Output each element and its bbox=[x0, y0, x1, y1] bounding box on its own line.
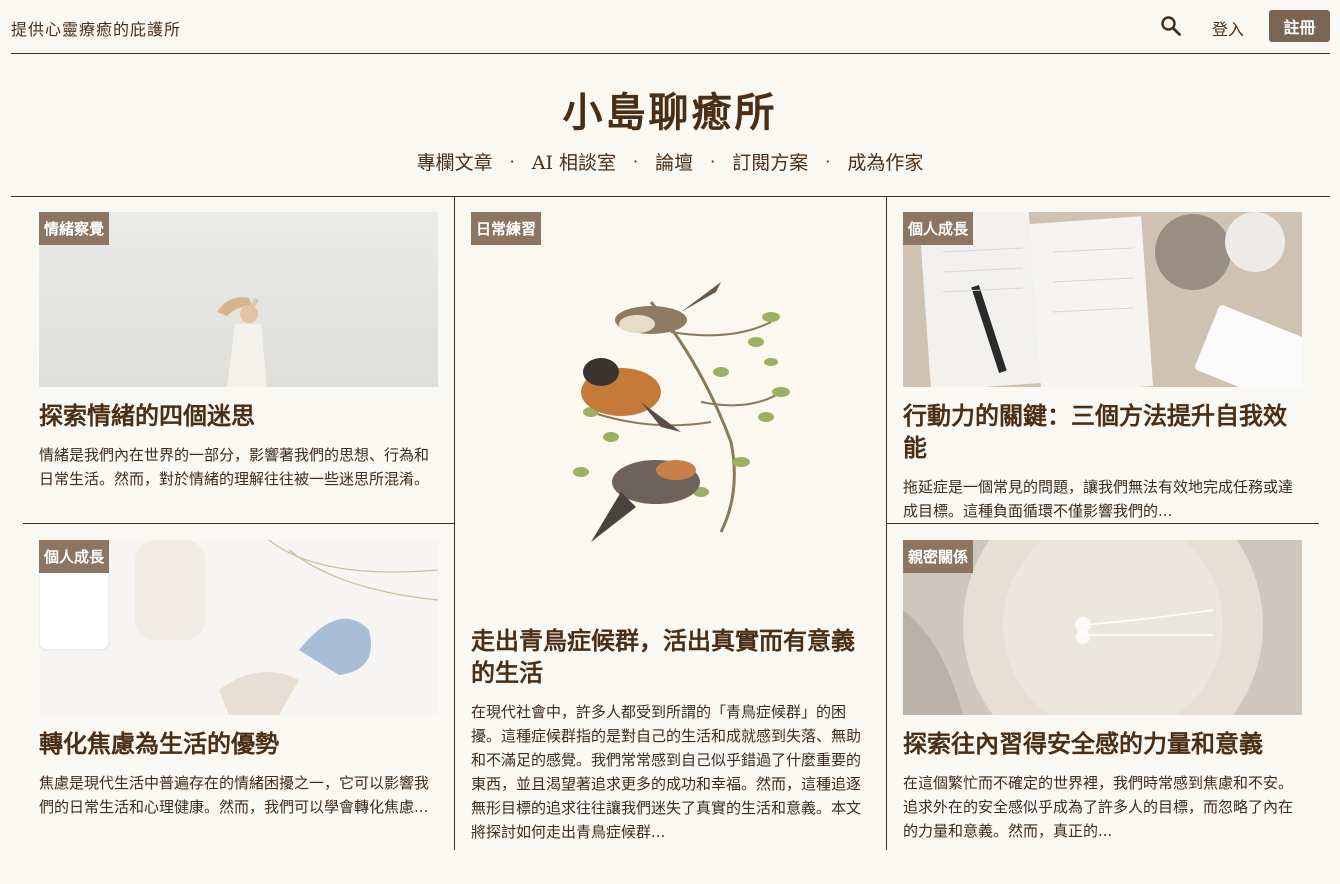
search-button[interactable] bbox=[1160, 15, 1182, 37]
main-nav: 專欄文章 · AI 相談室 · 論壇 · 訂閱方案 · 成為作家 bbox=[0, 148, 1340, 175]
article-image[interactable]: 日常練習 bbox=[471, 212, 870, 612]
article-card[interactable]: 個人成長 行動力的關鍵：三個方法提升自我效能 拖延症是一個常見的問題，讓我們無法… bbox=[903, 212, 1302, 523]
login-button[interactable]: 登入 bbox=[1212, 16, 1244, 40]
search-icon bbox=[1161, 16, 1181, 36]
grid-divider-horizontal bbox=[23, 523, 454, 524]
category-tag[interactable]: 情緒察覺 bbox=[39, 212, 110, 245]
category-tag[interactable]: 個人成長 bbox=[903, 212, 974, 245]
article-card-featured[interactable]: 日常練習 走出青鳥症候群，活出真實而有意義的生活 在現代社會中，許多人都受到所謂… bbox=[471, 212, 870, 844]
article-title[interactable]: 轉化焦慮為生活的優勢 bbox=[39, 728, 438, 760]
article-excerpt: 在這個繁忙而不確定的世界裡，我們時常感到焦慮和不安。追求外在的安全感似乎成為了許… bbox=[903, 774, 1294, 840]
article-card[interactable]: 情緒察覺 探索情緒的四個迷思 情緒是我們內在世界的一部分，影響著我們的思想、行為… bbox=[39, 212, 438, 491]
category-tag[interactable]: 日常練習 bbox=[471, 212, 542, 245]
article-excerpt: 拖延症是一個常見的問題，讓我們無法有效地完成任務或達成目標。這種負面循環不僅影響… bbox=[903, 478, 1294, 520]
article-excerpt: 焦慮是現代生活中普遍存在的情緒困擾之一，它可以影響我們的日常生活和心理健康。然而… bbox=[39, 774, 430, 816]
nav-item-columns[interactable]: 專欄文章 bbox=[417, 148, 493, 175]
nav-item-ai-counseling[interactable]: AI 相談室 bbox=[532, 148, 616, 175]
article-image[interactable]: 情緒察覺 bbox=[39, 212, 438, 387]
grid-divider-vertical bbox=[454, 197, 455, 850]
nav-separator: · bbox=[825, 152, 831, 171]
site-tagline: 提供心靈療癒的庇護所 bbox=[11, 20, 182, 39]
nav-separator: · bbox=[710, 152, 716, 171]
birds-illustration-image bbox=[471, 212, 870, 612]
article-excerpt: 在現代社會中，許多人都受到所謂的「青鳥症候群」的困擾。這種症候群指的是對自己的生… bbox=[471, 703, 862, 841]
article-image[interactable]: 個人成長 bbox=[39, 540, 438, 715]
nav-item-subscription[interactable]: 訂閱方案 bbox=[732, 148, 808, 175]
category-tag[interactable]: 個人成長 bbox=[39, 540, 110, 573]
article-card[interactable]: 個人成長 轉化焦慮為生活的優勢 焦慮是現代生活中普遍存在的情緒困擾之一，它可以影… bbox=[39, 540, 438, 819]
signup-button[interactable]: 註冊 bbox=[1269, 10, 1330, 42]
article-image[interactable]: 個人成長 bbox=[903, 212, 1302, 387]
article-title[interactable]: 探索往內習得安全感的力量和意義 bbox=[903, 728, 1302, 760]
article-title[interactable]: 走出青鳥症候群，活出真實而有意義的生活 bbox=[471, 625, 870, 689]
nav-separator: · bbox=[509, 152, 515, 171]
nav-separator: · bbox=[633, 152, 639, 171]
nav-item-become-writer[interactable]: 成為作家 bbox=[847, 148, 923, 175]
article-excerpt: 情緒是我們內在世界的一部分，影響著我們的思想、行為和日常生活。然而，對於情緒的理… bbox=[39, 446, 430, 488]
category-tag[interactable]: 親密關係 bbox=[903, 540, 974, 573]
article-card[interactable]: 親密關係 探索往內習得安全感的力量和意義 在這個繁忙而不確定的世界裡，我們時常感… bbox=[903, 540, 1302, 843]
site-title[interactable]: 小島聊癒所 bbox=[0, 80, 1340, 138]
nav-item-forum[interactable]: 論壇 bbox=[655, 148, 693, 175]
article-title[interactable]: 探索情緒的四個迷思 bbox=[39, 400, 438, 432]
top-bar: 提供心靈療癒的庇護所 登入 註冊 bbox=[11, 0, 1330, 54]
grid-divider-horizontal bbox=[887, 523, 1319, 524]
grid-divider-top bbox=[11, 196, 1330, 197]
article-title[interactable]: 行動力的關鍵：三個方法提升自我效能 bbox=[903, 400, 1302, 464]
article-image[interactable]: 親密關係 bbox=[903, 540, 1302, 715]
